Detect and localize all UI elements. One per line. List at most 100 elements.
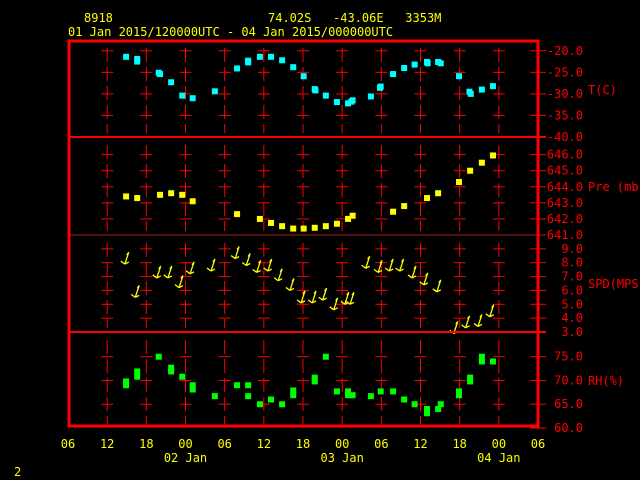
y-tick-label: -35.0 (547, 108, 583, 122)
x-date-label: 03 Jan (320, 451, 363, 465)
pressure-point (134, 195, 141, 202)
relative_humidity-point (189, 386, 196, 393)
page-number: 2 (14, 465, 21, 479)
wind-arrow (432, 279, 442, 293)
pressure-point (234, 211, 241, 218)
pressure-point (268, 219, 275, 226)
relative_humidity-point (155, 353, 162, 360)
relative_humidity-point (311, 374, 318, 381)
temperature-point (179, 92, 186, 99)
axis-label-relative_humidity: RH(%) (588, 374, 624, 388)
temperature-point (245, 57, 252, 64)
y-tick-label: 75.0 (554, 350, 583, 364)
x-tick-label: 06 (374, 437, 388, 451)
relative_humidity-point (268, 396, 275, 403)
pressure-point (349, 212, 356, 219)
wind-arrow (395, 258, 405, 272)
x-tick-label: 18 (296, 437, 310, 451)
wind-arrow (174, 275, 184, 289)
temperature-point (234, 65, 241, 72)
temperature-point (211, 88, 218, 95)
x-tick-label: 12 (100, 437, 114, 451)
x-tick-label: 12 (413, 437, 427, 451)
wind-arrow (152, 265, 162, 279)
temperature-point (123, 53, 130, 60)
y-tick-label: 644.0 (547, 180, 583, 194)
temperature-point (349, 97, 356, 104)
relative_humidity-point (234, 382, 241, 389)
relative_humidity-point (211, 393, 218, 400)
x-date-label: 04 Jan (477, 451, 520, 465)
pressure-point (311, 224, 318, 231)
relative_humidity-point (437, 401, 444, 408)
relative_humidity-point (256, 401, 263, 408)
relative_humidity-point (134, 373, 141, 380)
temperature-point (157, 71, 164, 78)
temperature-point (322, 92, 329, 99)
y-tick-label: 8.0 (561, 256, 583, 270)
relative_humidity-point (279, 401, 286, 408)
relative_humidity-point (401, 396, 408, 403)
wind-arrow (273, 268, 283, 282)
relative_humidity-point (290, 387, 297, 394)
temperature-point (390, 71, 397, 78)
relative_humidity-point (456, 392, 463, 399)
temperature-point (467, 90, 474, 97)
pressure-point (478, 159, 485, 166)
relative_humidity-point (367, 393, 374, 400)
temperature-point (279, 57, 286, 64)
x-tick-label: 06 (217, 437, 231, 451)
temperature-point (256, 53, 263, 60)
temperature-point (268, 53, 275, 60)
y-tick-label: 4.0 (561, 311, 583, 325)
x-date-label: 02 Jan (164, 451, 207, 465)
x-tick-label: 06 (61, 437, 75, 451)
temperature-point (168, 79, 175, 86)
relative_humidity-point (134, 368, 141, 375)
temperature-point (290, 64, 297, 71)
temperature-point (300, 73, 307, 80)
temperature-point (401, 65, 408, 72)
relative_humidity-point (411, 401, 418, 408)
temperature-point (424, 60, 431, 67)
y-tick-label: 642.0 (547, 212, 583, 226)
y-tick-label: 9.0 (561, 242, 583, 256)
wind-arrow (163, 265, 173, 279)
pressure-point (279, 223, 286, 230)
pressure-point (467, 167, 474, 174)
pressure-point (256, 215, 263, 222)
x-tick-label: 00 (492, 437, 506, 451)
pressure-point (290, 225, 297, 232)
temperature-point (367, 93, 374, 100)
temperature-point (377, 83, 384, 90)
pressure-point (435, 190, 442, 197)
wind-arrow (206, 258, 216, 272)
relative_humidity-point (390, 388, 397, 395)
plot-area: -20.0 -25.0 -30.0 -35.0 -40.0 T(C) 646.0 645.0 6… (61, 44, 640, 465)
axis-label-wind_speed: SPD(MPS) (588, 277, 640, 291)
pressure-point (179, 191, 186, 198)
pressure-point (123, 193, 130, 200)
time-period: 01 Jan 2015/120000UTC - 04 Jan 2015/0000… (68, 25, 393, 39)
y-tick-label: 646.0 (547, 148, 583, 162)
wind-arrow (185, 261, 195, 275)
station-location: 74.02S -43.06E 3353M (268, 11, 441, 25)
y-tick-label: 3.0 (561, 325, 583, 339)
y-tick-label: 65.0 (554, 397, 583, 411)
pressure-point (424, 195, 431, 202)
relative_humidity-point (377, 388, 384, 395)
y-tick-label: -25.0 (547, 65, 583, 79)
relative_humidity-point (245, 393, 252, 400)
relative_humidity-point (245, 382, 252, 389)
x-tick-label: 00 (178, 437, 192, 451)
y-tick-label: 641.0 (547, 228, 583, 242)
wind-arrow (285, 278, 295, 292)
temperature-point (437, 60, 444, 67)
pressure-point (168, 190, 175, 197)
temperature-point (189, 95, 196, 102)
wind-arrow (296, 290, 306, 304)
temperature-point (489, 83, 496, 90)
relative_humidity-point (424, 410, 431, 417)
wind-arrow (252, 260, 262, 273)
wind-arrow (485, 304, 495, 318)
